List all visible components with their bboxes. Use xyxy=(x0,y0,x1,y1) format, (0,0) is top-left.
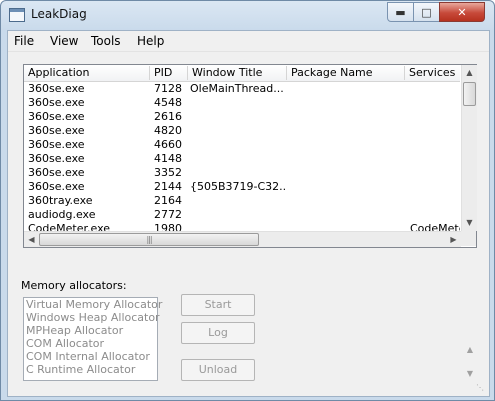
lower-scroll-control[interactable]: ▲ ▼ xyxy=(464,345,476,381)
process-list[interactable]: Application PID Window Title Package Nam… xyxy=(23,64,477,248)
cell-app: 360tray.exe xyxy=(28,194,93,207)
list-vertical-scrollbar[interactable]: ▲ ▼ xyxy=(461,65,477,231)
menu-view[interactable]: View xyxy=(50,34,78,48)
cell-pid: 4820 xyxy=(154,124,182,137)
chevron-down-icon[interactable]: ▼ xyxy=(464,369,476,379)
table-row[interactable]: CodeMeter.exe 1980 CodeMeter xyxy=(24,222,460,231)
column-package-name[interactable]: Package Name xyxy=(287,66,405,80)
cell-pid: 4148 xyxy=(154,152,182,165)
chevron-down-icon[interactable]: ▼ xyxy=(464,217,475,228)
chevron-up-icon[interactable]: ▲ xyxy=(464,67,475,78)
cell-pid: 3352 xyxy=(154,166,182,179)
table-row[interactable]: 360tray.exe 2164 xyxy=(24,194,460,208)
unload-button[interactable]: Unload xyxy=(181,359,255,381)
leakdiag-window: LeakDiag ▬ □ ✕ File View Tools Help Appl… xyxy=(0,0,495,401)
table-row[interactable]: 360se.exe 4148 xyxy=(24,152,460,166)
table-row[interactable]: 360se.exe 4548 xyxy=(24,96,460,110)
minimize-button[interactable]: ▬ xyxy=(387,2,414,22)
cell-app: CodeMeter.exe xyxy=(28,222,111,231)
cell-app: audiodg.exe xyxy=(28,208,96,221)
list-horizontal-scrollbar[interactable]: ◀ ||| ▶ xyxy=(24,231,461,247)
client-area: File View Tools Help Application PID Win… xyxy=(7,30,490,397)
cell-app: 360se.exe xyxy=(28,96,85,109)
table-row[interactable]: 360se.exe 2616 xyxy=(24,110,460,124)
process-rows: 360se.exe 7128 OleMainThread... 360se.exe 45… xyxy=(24,82,460,231)
allocator-item[interactable]: Windows Heap Allocator xyxy=(24,311,160,324)
allocator-item[interactable]: COM Allocator xyxy=(24,337,157,350)
table-row[interactable]: 360se.exe 4660 xyxy=(24,138,460,152)
cell-app: 360se.exe xyxy=(28,124,85,137)
table-row[interactable]: audiodg.exe 2772 xyxy=(24,208,460,222)
table-row[interactable]: 360se.exe 2144 {505B3719-C32... xyxy=(24,180,460,194)
cell-pid: 7128 xyxy=(154,82,182,95)
app-window-icon xyxy=(9,8,25,22)
log-button[interactable]: Log xyxy=(181,322,255,344)
chevron-right-icon[interactable]: ▶ xyxy=(448,234,459,245)
cell-svc: CodeMeter xyxy=(410,222,460,231)
horizontal-scroll-thumb[interactable]: ||| xyxy=(39,233,259,246)
cell-app: 360se.exe xyxy=(28,180,85,193)
cell-pid: 2616 xyxy=(154,110,182,123)
cell-pid: 2144 xyxy=(154,180,182,193)
cell-win: OleMainThread... xyxy=(190,82,284,95)
menu-tools[interactable]: Tools xyxy=(91,34,121,48)
chevron-left-icon[interactable]: ◀ xyxy=(26,234,37,245)
maximize-button[interactable]: □ xyxy=(413,2,440,22)
cell-app: 360se.exe xyxy=(28,152,85,165)
table-row[interactable]: 360se.exe 3352 xyxy=(24,166,460,180)
column-window-title[interactable]: Window Title xyxy=(188,66,287,80)
cell-win: {505B3719-C32... xyxy=(190,180,286,193)
vertical-scroll-thumb[interactable] xyxy=(463,82,476,106)
allocator-item[interactable]: MPHeap Allocator xyxy=(24,324,157,337)
cell-app: 360se.exe xyxy=(28,138,85,151)
start-button[interactable]: Start xyxy=(181,294,255,316)
title-bar[interactable]: LeakDiag ▬ □ ✕ xyxy=(1,1,494,29)
minimize-icon: ▬ xyxy=(395,5,406,19)
scrollbar-corner xyxy=(461,231,476,246)
maximize-icon: □ xyxy=(421,5,432,19)
cell-app: 360se.exe xyxy=(28,110,85,123)
cell-app: 360se.exe xyxy=(28,166,85,179)
memory-allocators-list[interactable]: Virtual Memory Allocator Windows Heap Al… xyxy=(23,297,162,381)
cell-pid: 2772 xyxy=(154,208,182,221)
column-application[interactable]: Application xyxy=(24,66,150,80)
process-list-header: Application PID Window Title Package Nam… xyxy=(24,65,460,82)
cell-pid: 4548 xyxy=(154,96,182,109)
menu-bar: File View Tools Help xyxy=(8,31,489,52)
memory-allocators-label: Memory allocators: xyxy=(21,279,127,292)
allocator-item[interactable]: COM Internal Allocator xyxy=(24,350,157,363)
column-services[interactable]: Services xyxy=(405,66,464,80)
resize-grip-icon[interactable]: ⋱ xyxy=(476,383,486,393)
cell-pid: 2164 xyxy=(154,194,182,207)
menu-help[interactable]: Help xyxy=(137,34,164,48)
chevron-up-icon[interactable]: ▲ xyxy=(464,345,476,355)
cell-app: 360se.exe xyxy=(28,82,85,95)
column-pid[interactable]: PID xyxy=(150,66,188,80)
table-row[interactable]: 360se.exe 7128 OleMainThread... xyxy=(24,82,460,96)
close-button[interactable]: ✕ xyxy=(439,2,485,22)
table-row[interactable]: 360se.exe 4820 xyxy=(24,124,460,138)
cell-pid: 1980 xyxy=(154,222,182,231)
menu-file[interactable]: File xyxy=(14,34,34,48)
allocator-item[interactable]: C Runtime Allocator xyxy=(24,363,157,376)
cell-pid: 4660 xyxy=(154,138,182,151)
close-icon: ✕ xyxy=(457,5,467,19)
window-title: LeakDiag xyxy=(31,7,87,21)
allocator-item[interactable]: Virtual Memory Allocator xyxy=(24,298,162,311)
